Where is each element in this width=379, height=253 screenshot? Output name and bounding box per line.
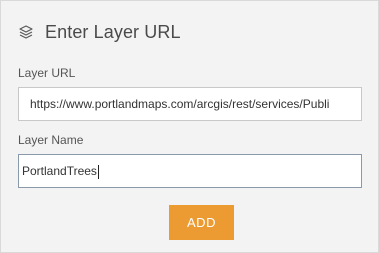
panel-title: Enter Layer URL — [45, 21, 181, 42]
layer-name-label: Layer Name — [18, 133, 84, 147]
layer-name-input[interactable]: PortlandTrees — [18, 154, 362, 188]
layer-url-label: Layer URL — [18, 66, 76, 80]
panel-header: Enter Layer URL — [18, 18, 181, 46]
text-caret — [97, 164, 99, 179]
layer-url-input[interactable]: https://www.portlandmaps.com/arcgis/rest… — [18, 87, 362, 121]
layers-icon — [18, 23, 36, 41]
layer-name-value: PortlandTrees — [22, 164, 97, 178]
enter-layer-url-panel: Enter Layer URL Layer URL https://www.po… — [0, 0, 379, 253]
add-button[interactable]: ADD — [169, 205, 234, 240]
